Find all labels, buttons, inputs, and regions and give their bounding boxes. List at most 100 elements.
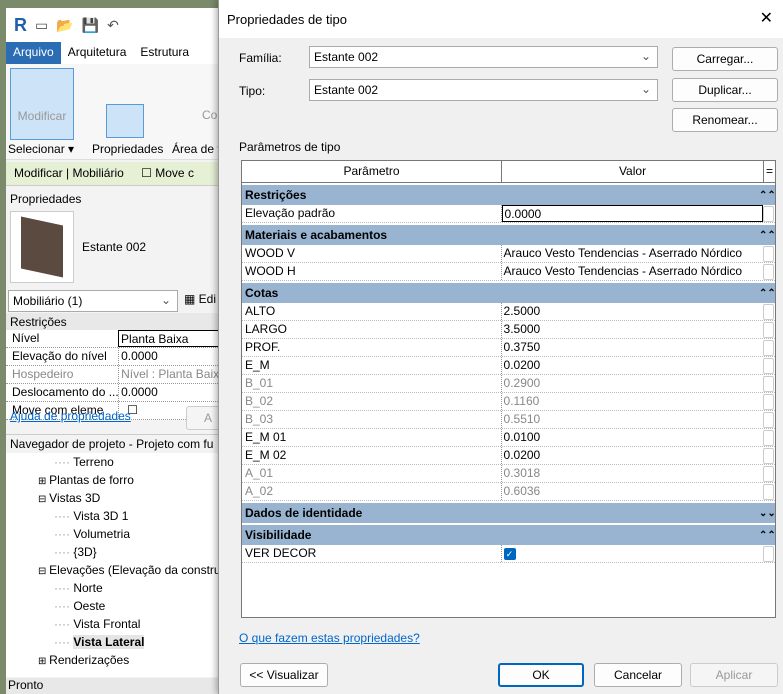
rename-button[interactable]: Renomear... xyxy=(672,108,778,132)
formula-button[interactable] xyxy=(763,357,774,374)
cancel-button[interactable]: Cancelar xyxy=(594,663,682,687)
tab-estrutura[interactable]: Estrutura xyxy=(133,42,196,64)
parameter-value[interactable]: Arauco Vesto Tendencias - Aserrado Nórdi… xyxy=(502,245,764,262)
parameter-value[interactable]: Arauco Vesto Tendencias - Aserrado Nórdi… xyxy=(502,263,764,280)
properties-label[interactable]: Propriedades xyxy=(92,142,163,156)
parameter-row[interactable]: A_02 0.6036 xyxy=(242,483,775,501)
parameter-row[interactable]: E_M 0.0200 xyxy=(242,357,775,375)
parameter-value[interactable]: 2.5000 xyxy=(502,303,764,320)
group-header-visibilidade[interactable]: Visibilidade ⌃⌃ xyxy=(242,525,776,545)
property-row[interactable]: Elevação do nível 0.0000 xyxy=(6,348,230,366)
expand-icon[interactable]: ⊞ xyxy=(38,656,49,667)
formula-button[interactable] xyxy=(763,411,774,428)
column-parameter[interactable]: Parâmetro xyxy=(242,161,502,182)
formula-button[interactable] xyxy=(763,545,774,562)
instance-selector[interactable]: Mobiliário (1) ⌄ xyxy=(8,290,178,312)
close-icon[interactable]: ✕ xyxy=(760,8,773,28)
type-select[interactable]: Estante 002 ⌄ xyxy=(309,79,658,101)
tree-item[interactable]: ···· Vista Frontal xyxy=(6,615,230,633)
property-row[interactable]: Nível Planta Baixa xyxy=(6,330,230,348)
parameter-value[interactable]: 0.0000 xyxy=(501,205,764,222)
area-label[interactable]: Área de t xyxy=(172,142,221,156)
revit-logo[interactable]: R xyxy=(14,15,27,36)
formula-button[interactable] xyxy=(763,263,774,280)
parameter-row[interactable]: A_01 0.3018 xyxy=(242,465,775,483)
parameter-row[interactable]: E_M 02 0.0200 xyxy=(242,447,775,465)
parameter-value[interactable]: 0.0100 xyxy=(502,429,764,446)
new-file-icon[interactable]: ▭ xyxy=(35,17,48,34)
parameter-value[interactable]: 0.0200 xyxy=(502,447,764,464)
apply-button[interactable]: Aplicar xyxy=(690,663,778,687)
column-formula[interactable]: = xyxy=(764,161,775,182)
formula-button[interactable] xyxy=(763,393,774,410)
family-select[interactable]: Estante 002 ⌄ xyxy=(309,46,658,68)
formula-button[interactable] xyxy=(763,465,774,482)
tree-item[interactable]: ···· Volumetria xyxy=(6,525,230,543)
parameter-row[interactable]: B_03 0.5510 xyxy=(242,411,775,429)
formula-button[interactable] xyxy=(763,483,774,500)
modify-button[interactable]: Modificar xyxy=(10,68,74,140)
formula-button[interactable] xyxy=(763,321,774,338)
open-icon[interactable]: 📂 xyxy=(56,17,73,34)
tree-item[interactable]: ···· Vista Lateral xyxy=(6,633,230,651)
tree-item[interactable]: ···· Norte xyxy=(6,579,230,597)
preview-button[interactable]: << Visualizar xyxy=(240,663,328,687)
formula-button[interactable] xyxy=(763,205,774,222)
tree-item[interactable]: ···· Oeste xyxy=(6,597,230,615)
column-value[interactable]: Valor xyxy=(502,161,764,182)
group-header-restrições[interactable]: Restrições ⌃⌃ xyxy=(242,185,776,205)
select-dropdown[interactable]: Selecionar ▾ xyxy=(8,142,74,156)
formula-button[interactable] xyxy=(763,429,774,446)
formula-button[interactable] xyxy=(763,303,774,320)
edit-type-button[interactable]: ▦ Edi xyxy=(184,292,216,306)
formula-button[interactable] xyxy=(763,245,774,262)
tree-item[interactable]: ···· Terreno xyxy=(6,453,230,471)
parameter-row[interactable]: Elevação padrão 0.0000 xyxy=(242,205,775,223)
collapse-icon[interactable]: ⌃⌃ xyxy=(759,530,776,541)
property-row[interactable]: Deslocamento do ... 0.0000 xyxy=(6,384,230,402)
collapse-icon[interactable]: ⌃⌃ xyxy=(759,190,776,201)
formula-button[interactable] xyxy=(763,375,774,392)
parameter-row[interactable]: ALTO 2.5000 xyxy=(242,303,775,321)
formula-button[interactable] xyxy=(763,447,774,464)
co-label[interactable]: Co xyxy=(202,108,217,122)
parameter-row[interactable]: B_02 0.1160 xyxy=(242,393,775,411)
collapse-icon[interactable]: ⌃⌃ xyxy=(759,288,776,299)
tree-item[interactable]: ⊞ Renderizações xyxy=(6,651,230,669)
parameter-row[interactable]: E_M 01 0.0100 xyxy=(242,429,775,447)
collapse-icon[interactable]: ⌃⌃ xyxy=(759,230,776,241)
tab-arquivo[interactable]: Arquivo xyxy=(6,42,61,64)
help-link[interactable]: O que fazem estas propriedades? xyxy=(239,631,420,645)
parameter-value[interactable]: 0.0200 xyxy=(502,357,764,374)
parameter-value[interactable]: 3.5000 xyxy=(502,321,764,338)
tab-arquitetura[interactable]: Arquitetura xyxy=(61,42,134,64)
group-header-cotas[interactable]: Cotas ⌃⌃ xyxy=(242,283,776,303)
group-header-materiais-e-acabamentos[interactable]: Materiais e acabamentos ⌃⌃ xyxy=(242,225,776,245)
tree-item[interactable]: ⊟ Elevações (Elevação da constru xyxy=(6,561,230,579)
tree-item[interactable]: ⊞ Plantas de forro xyxy=(6,471,230,489)
formula-button[interactable] xyxy=(763,339,774,356)
parameter-value[interactable]: 0.3750 xyxy=(502,339,764,356)
parameter-row[interactable]: B_01 0.2900 xyxy=(242,375,775,393)
parameter-value[interactable]: ✓ xyxy=(502,545,764,562)
save-icon[interactable]: 💾 xyxy=(82,17,99,34)
load-button[interactable]: Carregar... xyxy=(672,47,778,71)
tree-item[interactable]: ···· {3D} xyxy=(6,543,230,561)
undo-icon[interactable]: ↶ xyxy=(107,17,119,34)
ok-button[interactable]: OK xyxy=(498,663,584,687)
property-row[interactable]: Hospedeiro Nível : Planta Baix xyxy=(6,366,230,384)
group-header-dados-de-identidade[interactable]: Dados de identidade ⌄⌄ xyxy=(242,503,776,523)
checkbox-checked[interactable]: ✓ xyxy=(503,548,516,560)
expand-icon[interactable]: ⊞ xyxy=(38,476,49,487)
parameter-row[interactable]: WOOD H Arauco Vesto Tendencias - Aserrado… xyxy=(242,263,775,281)
property-value[interactable]: Planta Baixa xyxy=(118,330,230,347)
parameter-row[interactable]: WOOD V Arauco Vesto Tendencias - Aserrado… xyxy=(242,245,775,263)
collapse-icon[interactable]: ⊟ xyxy=(38,566,49,577)
tree-item[interactable]: ⊟ Vistas 3D xyxy=(6,489,230,507)
move-with-checkbox[interactable]: ☐ Move c xyxy=(141,166,194,180)
parameter-row[interactable]: VER DECOR ✓ xyxy=(242,545,775,563)
expand-icon[interactable]: ⌄⌄ xyxy=(759,508,776,519)
tree-item[interactable]: ···· Vista 3D 1 xyxy=(6,507,230,525)
properties-help-link[interactable]: Ajuda de propriedades xyxy=(10,409,131,423)
type-properties-button[interactable] xyxy=(106,104,144,138)
